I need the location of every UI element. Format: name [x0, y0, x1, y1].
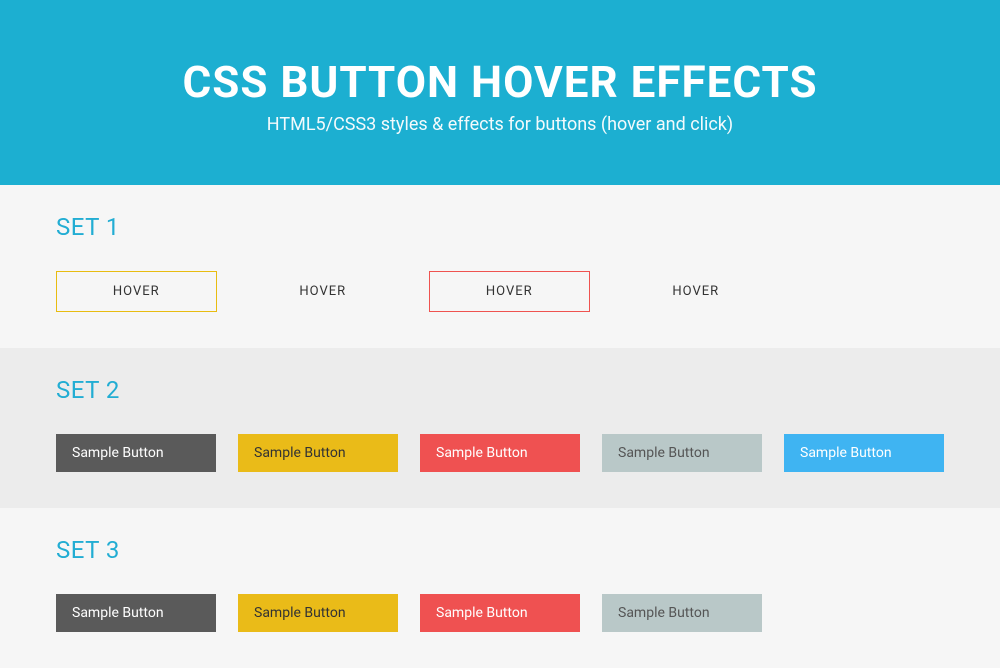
- hover-button[interactable]: HOVER: [616, 271, 777, 312]
- sample-button[interactable]: Sample Button: [784, 434, 944, 472]
- set-2-title: SET 2: [56, 376, 944, 404]
- sample-button[interactable]: Sample Button: [420, 434, 580, 472]
- sample-button[interactable]: Sample Button: [602, 434, 762, 472]
- page-subtitle: HTML5/CSS3 styles & effects for buttons …: [20, 114, 980, 135]
- hover-button[interactable]: HOVER: [56, 271, 217, 312]
- sample-button[interactable]: Sample Button: [56, 434, 216, 472]
- page-header: CSS BUTTON HOVER EFFECTS HTML5/CSS3 styl…: [0, 0, 1000, 185]
- hover-button[interactable]: HOVER: [243, 271, 404, 312]
- section-set-2: SET 2 Sample Button Sample Button Sample…: [0, 348, 1000, 508]
- sample-button[interactable]: Sample Button: [238, 434, 398, 472]
- section-set-3: SET 3 Sample Button Sample Button Sample…: [0, 508, 1000, 668]
- section-set-1: SET 1 HOVER HOVER HOVER HOVER: [0, 185, 1000, 348]
- hover-button[interactable]: HOVER: [429, 271, 590, 312]
- set-2-buttons: Sample Button Sample Button Sample Butto…: [56, 434, 944, 472]
- sample-button[interactable]: Sample Button: [238, 594, 398, 632]
- page-title: CSS BUTTON HOVER EFFECTS: [20, 56, 980, 108]
- set-3-buttons: Sample Button Sample Button Sample Butto…: [56, 594, 944, 632]
- set-3-title: SET 3: [56, 536, 944, 564]
- sample-button[interactable]: Sample Button: [420, 594, 580, 632]
- sample-button[interactable]: Sample Button: [56, 594, 216, 632]
- sample-button[interactable]: Sample Button: [602, 594, 762, 632]
- set-1-buttons: HOVER HOVER HOVER HOVER: [56, 271, 776, 312]
- set-1-title: SET 1: [56, 213, 944, 241]
